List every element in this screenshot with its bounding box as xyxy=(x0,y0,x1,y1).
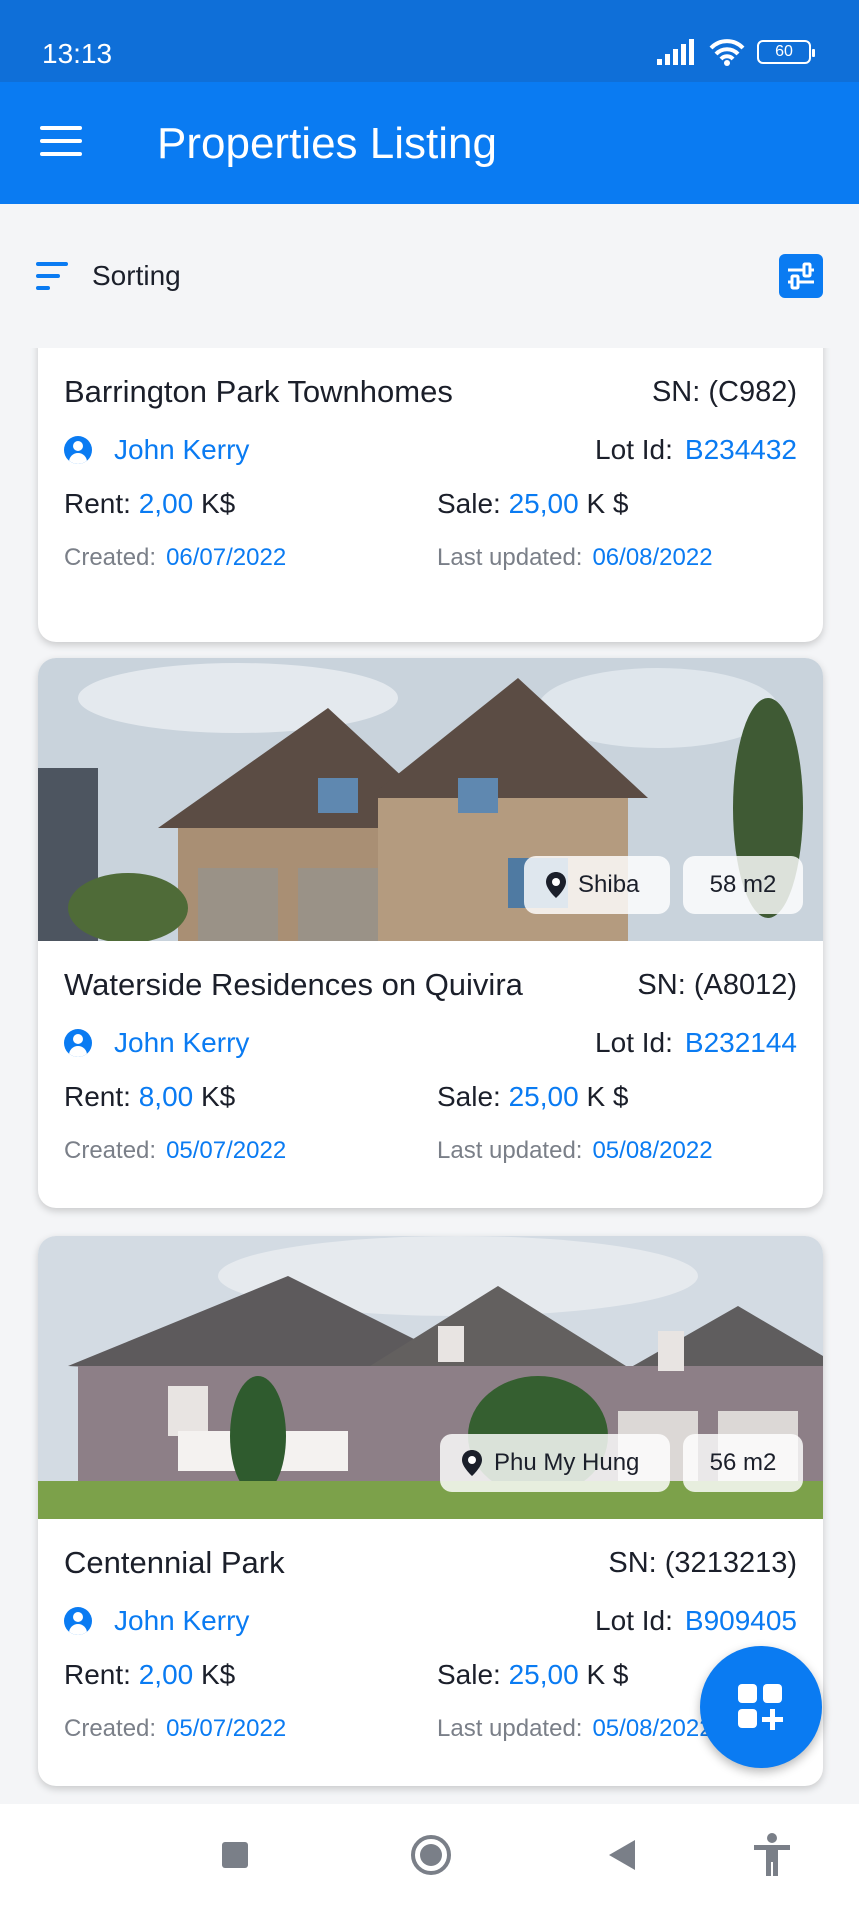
hamburger-menu-icon[interactable] xyxy=(40,126,82,156)
created-date: Created: 06/07/2022 xyxy=(64,544,287,571)
lot-id-label: Lot Id: xyxy=(595,434,673,465)
recents-square-icon[interactable] xyxy=(220,1840,250,1875)
agent-name: John Kerry xyxy=(114,434,250,465)
accessibility-icon[interactable] xyxy=(750,1832,794,1883)
rent-price: Rent: 2,00 K$ xyxy=(64,488,236,519)
agent[interactable]: John Kerry xyxy=(64,1605,249,1637)
agent-name: John Kerry xyxy=(114,1027,250,1058)
rent-value: 2,00 xyxy=(138,1659,194,1690)
property-card[interactable]: Shiba 58 m2 Waterside Residences on Quiv… xyxy=(38,658,823,1208)
property-photo: Shiba 58 m2 xyxy=(38,658,823,941)
updated-value: 06/08/2022 xyxy=(592,544,713,571)
property-sn: SN: (C982) xyxy=(651,375,797,408)
system-nav-bar xyxy=(0,1804,859,1908)
property-photo: Phu My Hung 56 m2 xyxy=(38,1236,823,1519)
status-time: 13:13 xyxy=(42,38,113,69)
add-apps-button[interactable] xyxy=(700,1646,822,1768)
property-details: Barrington Park Townhomes SN: (C982) Joh… xyxy=(38,348,823,642)
updated-value: 05/08/2022 xyxy=(592,1715,713,1742)
signal-icon xyxy=(657,39,694,65)
location-text: Phu My Hung xyxy=(494,1449,640,1476)
add-apps-icon xyxy=(738,1684,783,1730)
created-value: 05/07/2022 xyxy=(166,1715,287,1742)
location-pin-icon xyxy=(546,872,566,898)
sorting-label: Sorting xyxy=(92,260,181,291)
home-circle-icon[interactable] xyxy=(410,1834,452,1881)
filter-sliders-icon[interactable] xyxy=(779,254,823,298)
location-chip: Phu My Hung xyxy=(440,1434,670,1492)
lot-id-label: Lot Id: xyxy=(595,1027,673,1058)
updated-date: Last updated: 06/08/2022 xyxy=(437,544,713,571)
property-sn: SN: (3213213) xyxy=(608,1546,797,1579)
property-name: Barrington Park Townhomes xyxy=(64,374,453,409)
lot-id-label: Lot Id: xyxy=(595,1605,673,1636)
status-icons: 60 xyxy=(657,38,815,66)
property-name: Waterside Residences on Quivira xyxy=(64,967,523,1002)
created-date: Created: 05/07/2022 xyxy=(64,1715,287,1742)
battery-level: 60 xyxy=(775,43,793,60)
lot-id-value: B909405 xyxy=(684,1605,797,1636)
lot-id-group: Lot Id: B909405 xyxy=(595,1605,797,1637)
created-date: Created: 05/07/2022 xyxy=(64,1137,287,1164)
area-chip: 58 m2 xyxy=(683,856,803,914)
sort-toolbar: Sorting xyxy=(0,204,859,348)
page-title: Properties Listing xyxy=(157,119,497,168)
location-pin-icon xyxy=(462,1450,482,1476)
location-chip: Shiba xyxy=(524,856,670,914)
property-details: Waterside Residences on Quivira SN: (A80… xyxy=(38,941,823,1208)
rent-price: Rent: 8,00 K$ xyxy=(64,1081,236,1112)
wifi-icon xyxy=(709,39,745,66)
created-value: 06/07/2022 xyxy=(166,544,287,571)
sorting-button[interactable]: Sorting xyxy=(36,260,181,292)
location-text: Shiba xyxy=(578,871,640,898)
area-text: 56 m2 xyxy=(709,1449,777,1476)
rent-price: Rent: 2,00 K$ xyxy=(64,1659,236,1690)
sale-price: Sale: 25,00 K $ xyxy=(437,1659,629,1690)
sale-value: 25,00 xyxy=(508,1659,579,1690)
property-name: Centennial Park xyxy=(64,1545,285,1580)
sale-value: 25,00 xyxy=(508,488,579,519)
rent-value: 2,00 xyxy=(138,488,194,519)
user-avatar-icon xyxy=(64,1607,92,1635)
user-avatar-icon xyxy=(64,436,92,464)
area-chip: 56 m2 xyxy=(683,1434,803,1492)
updated-value: 05/08/2022 xyxy=(592,1137,713,1164)
area-text: 58 m2 xyxy=(709,871,777,898)
app-bar: Properties Listing xyxy=(0,82,859,204)
property-list: Barrington Park Townhomes SN: (C982) Joh… xyxy=(0,348,859,1804)
rent-value: 8,00 xyxy=(138,1081,194,1112)
created-value: 05/07/2022 xyxy=(166,1137,287,1164)
sale-value: 25,00 xyxy=(508,1081,579,1112)
agent-name: John Kerry xyxy=(114,1605,250,1636)
lot-id-group: Lot Id: B232144 xyxy=(595,1027,797,1059)
lot-id-group: Lot Id: B234432 xyxy=(595,434,797,466)
updated-date: Last updated: 05/08/2022 xyxy=(437,1715,713,1742)
property-sn: SN: (A8012) xyxy=(637,968,797,1001)
sort-icon xyxy=(36,262,68,290)
updated-date: Last updated: 05/08/2022 xyxy=(437,1137,713,1164)
battery-icon: 60 xyxy=(757,40,815,64)
sale-price: Sale: 25,00 K $ xyxy=(437,488,629,519)
status-bar: 13:13 60 xyxy=(0,0,859,82)
user-avatar-icon xyxy=(64,1029,92,1057)
lot-id-value: B232144 xyxy=(684,1027,797,1058)
sale-price: Sale: 25,00 K $ xyxy=(437,1081,629,1112)
back-triangle-icon[interactable] xyxy=(605,1838,637,1877)
property-card[interactable]: Barrington Park Townhomes SN: (C982) Joh… xyxy=(38,348,823,642)
agent[interactable]: John Kerry xyxy=(64,434,249,466)
agent[interactable]: John Kerry xyxy=(64,1027,249,1059)
lot-id-value: B234432 xyxy=(684,434,797,465)
